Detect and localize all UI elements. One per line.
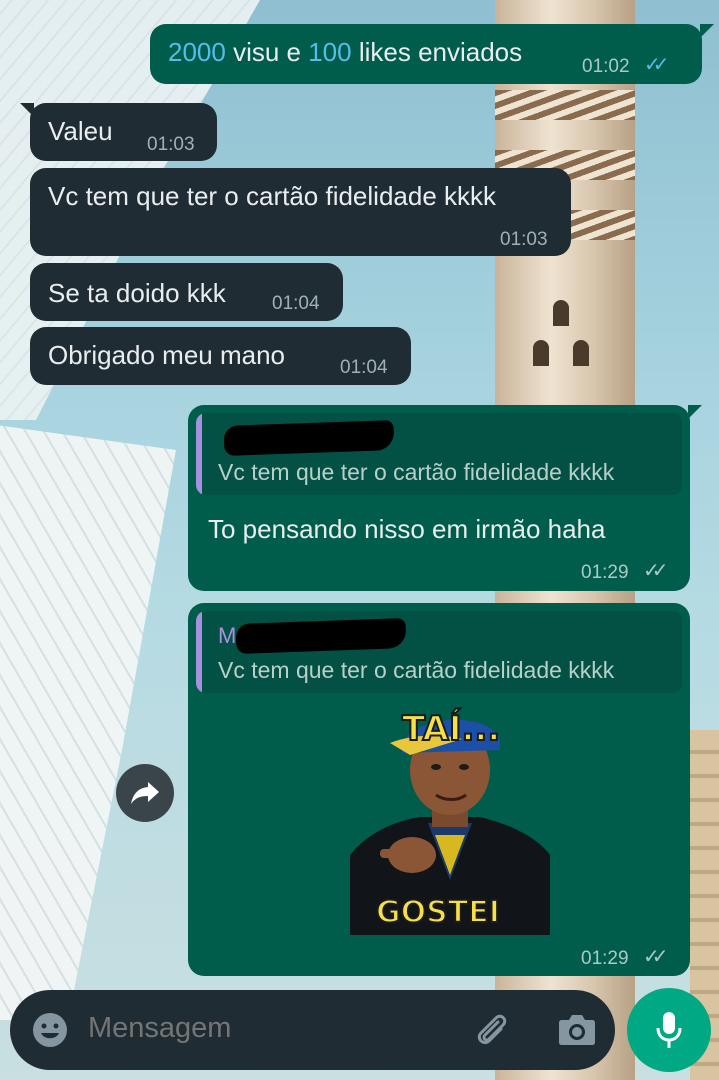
message-time: 01:04 — [272, 293, 320, 314]
sticker-bottom-text: GOSTEI — [375, 894, 501, 931]
message-time: 01:04 — [340, 357, 388, 378]
message-text: To pensando nisso em irmão haha — [208, 514, 606, 544]
message-bubble-outgoing[interactable]: a Vc tem que ter o cartão fidelidade kkk… — [188, 405, 702, 591]
message-input-bar — [10, 990, 615, 1070]
camera-icon — [559, 1015, 595, 1045]
message-time: 01:29 — [581, 948, 629, 969]
sticker-top-text: TAÍ... — [401, 708, 501, 750]
forward-button[interactable] — [116, 764, 174, 822]
redacted-author-name — [223, 420, 395, 456]
quote-author-prefix: M — [218, 623, 237, 648]
emoji-button[interactable] — [32, 1012, 68, 1053]
attach-button[interactable] — [472, 1010, 512, 1055]
message-bubble-outgoing[interactable]: M a Vc tem que ter o cartão fidelidade k… — [188, 603, 690, 976]
message-text: Obrigado meu mano — [48, 340, 286, 370]
highlighted-number: 2000 — [168, 37, 226, 67]
quote-text: Vc tem que ter o cartão fidelidade kkkk — [218, 459, 615, 485]
message-text-segment: visu e — [225, 37, 309, 67]
mic-button[interactable] — [627, 988, 711, 1072]
paperclip-icon — [477, 1014, 507, 1045]
message-bubble-incoming[interactable]: Obrigado meu mano 01:04 — [30, 327, 411, 385]
read-receipt-icon: ✓✓ — [644, 54, 669, 76]
redacted-author-name — [235, 618, 407, 654]
message-text: Vc tem que ter o cartão fidelidade kkkk — [48, 181, 497, 211]
message-time: 01:02 — [582, 56, 630, 77]
message-bubble-incoming[interactable]: Vc tem que ter o cartão fidelidade kkkk … — [30, 168, 571, 256]
message-text: 2000 visu e 100 likes enviados — [168, 36, 522, 68]
quoted-message[interactable]: M a Vc tem que ter o cartão fidelidade k… — [196, 611, 682, 693]
quote-accent-bar — [196, 611, 202, 693]
delivered-receipt-icon: ✓✓ — [643, 946, 668, 968]
message-input[interactable] — [88, 1012, 448, 1045]
quoted-message[interactable]: a Vc tem que ter o cartão fidelidade kkk… — [196, 413, 682, 495]
quote-accent-bar — [196, 413, 202, 495]
camera-button[interactable] — [558, 1012, 596, 1051]
mic-icon — [656, 1012, 682, 1048]
highlighted-number: 100 — [308, 37, 352, 67]
forward-icon — [131, 782, 159, 804]
message-time: 01:03 — [147, 134, 195, 155]
message-bubble-incoming[interactable]: Valeu 01:03 — [20, 103, 217, 161]
quote-text: Vc tem que ter o cartão fidelidade kkkk — [218, 657, 615, 683]
delivered-receipt-icon: ✓✓ — [643, 560, 668, 582]
message-text: Valeu — [48, 116, 113, 146]
message-time: 01:03 — [500, 229, 548, 250]
emoji-icon — [33, 1013, 67, 1047]
sticker-image[interactable]: TAÍ... GOSTEI — [350, 705, 550, 935]
message-text: Se ta doido kkk — [48, 278, 226, 308]
message-time: 01:29 — [581, 562, 629, 583]
message-bubble-outgoing[interactable]: 2000 visu e 100 likes enviados 01:02 ✓✓ — [150, 24, 714, 84]
message-bubble-incoming[interactable]: Se ta doido kkk 01:04 — [30, 263, 343, 321]
message-text-segment: likes enviados — [351, 37, 523, 67]
